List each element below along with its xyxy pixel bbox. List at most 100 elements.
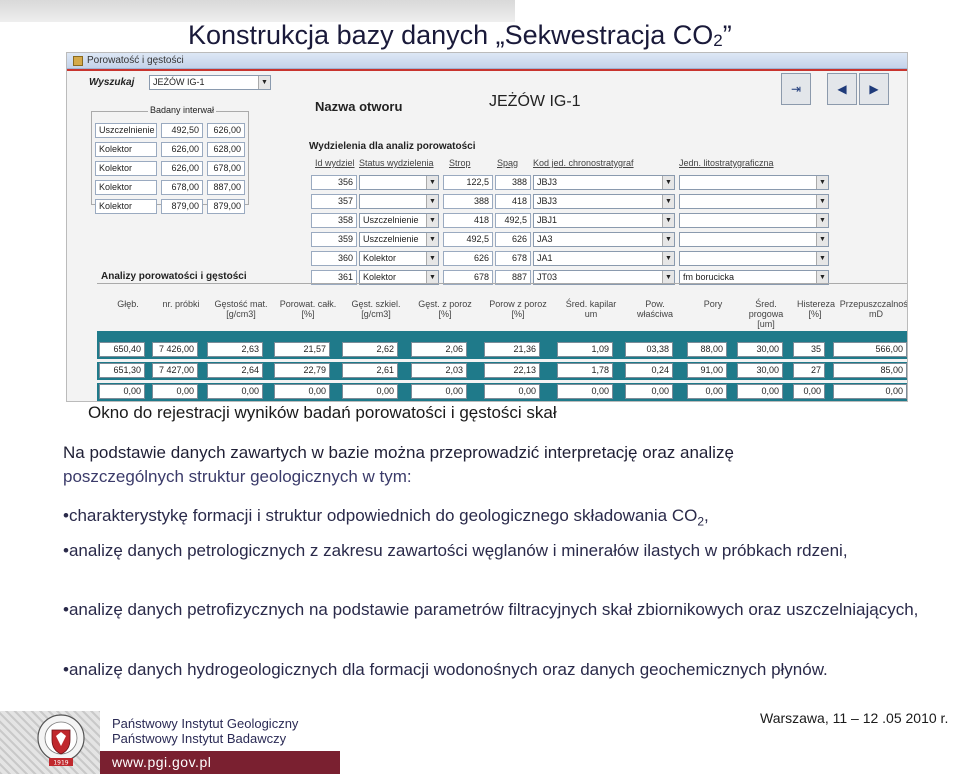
section-bottom[interactable]: 492,5 xyxy=(495,213,531,228)
chevron-down-icon[interactable]: ▼ xyxy=(662,176,674,189)
chevron-down-icon[interactable]: ▼ xyxy=(426,176,438,189)
section-bottom[interactable]: 388 xyxy=(495,175,531,190)
exit-button[interactable]: ⇥ xyxy=(781,73,811,105)
analysis-cell[interactable]: 91,00 xyxy=(687,363,727,378)
analysis-cell[interactable]: 85,00 xyxy=(833,363,907,378)
analysis-cell[interactable]: 0,00 xyxy=(484,384,540,399)
analysis-cell[interactable]: 0,00 xyxy=(737,384,783,399)
section-code-combo[interactable]: JBJ3 ▼ xyxy=(533,175,675,190)
section-id[interactable]: 360 xyxy=(311,251,357,266)
section-lith-combo[interactable]: ▼ xyxy=(679,194,829,209)
section-bottom[interactable]: 626 xyxy=(495,232,531,247)
chevron-down-icon[interactable]: ▼ xyxy=(426,252,438,265)
section-top[interactable]: 492,5 xyxy=(443,232,493,247)
analysis-cell[interactable]: 2,63 xyxy=(207,342,263,357)
chevron-down-icon[interactable]: ▼ xyxy=(426,195,438,208)
chevron-down-icon[interactable]: ▼ xyxy=(816,214,828,227)
section-id[interactable]: 358 xyxy=(311,213,357,228)
interval-from[interactable]: 492,50 xyxy=(161,123,203,138)
analysis-cell[interactable]: 0,00 xyxy=(411,384,467,399)
analysis-cell[interactable]: 0,00 xyxy=(625,384,673,399)
chevron-down-icon[interactable]: ▼ xyxy=(662,252,674,265)
chevron-down-icon[interactable]: ▼ xyxy=(426,214,438,227)
section-top[interactable]: 122,5 xyxy=(443,175,493,190)
section-id[interactable]: 356 xyxy=(311,175,357,190)
analysis-cell[interactable]: 22,13 xyxy=(484,363,540,378)
search-combo[interactable]: JEŻÓW IG-1 ▼ xyxy=(149,75,271,90)
analysis-cell[interactable]: 7 426,00 xyxy=(152,342,198,357)
chevron-down-icon[interactable]: ▼ xyxy=(426,233,438,246)
analysis-cell[interactable]: 0,24 xyxy=(625,363,673,378)
section-bottom[interactable]: 678 xyxy=(495,251,531,266)
analysis-cell[interactable]: 1,09 xyxy=(557,342,613,357)
analysis-cell[interactable]: 0,00 xyxy=(207,384,263,399)
chevron-down-icon[interactable]: ▼ xyxy=(816,195,828,208)
analysis-cell[interactable]: 651,30 xyxy=(99,363,145,378)
chevron-down-icon[interactable]: ▼ xyxy=(662,195,674,208)
interval-from[interactable]: 626,00 xyxy=(161,161,203,176)
section-lith-combo[interactable]: ▼ xyxy=(679,175,829,190)
section-code-combo[interactable]: JA3 ▼ xyxy=(533,232,675,247)
interval-status[interactable]: Uszczelnienie xyxy=(95,123,157,138)
analysis-cell[interactable]: 2,06 xyxy=(411,342,467,357)
analysis-cell[interactable]: 0,00 xyxy=(99,384,145,399)
analysis-cell[interactable]: 27 xyxy=(793,363,825,378)
website-link[interactable]: www.pgi.gov.pl xyxy=(112,754,211,770)
analysis-cell[interactable]: 566,00 xyxy=(833,342,907,357)
analysis-cell[interactable]: 35 xyxy=(793,342,825,357)
interval-to[interactable]: 887,00 xyxy=(207,180,245,195)
analysis-cell[interactable]: 2,64 xyxy=(207,363,263,378)
section-bottom[interactable]: 418 xyxy=(495,194,531,209)
section-code-combo[interactable]: JBJ3 ▼ xyxy=(533,194,675,209)
analysis-cell[interactable]: 2,61 xyxy=(342,363,398,378)
section-status-combo[interactable]: Uszczelnienie ▼ xyxy=(359,232,439,247)
analysis-cell[interactable]: 1,78 xyxy=(557,363,613,378)
analysis-cell[interactable]: 650,40 xyxy=(99,342,145,357)
chevron-down-icon[interactable]: ▼ xyxy=(662,214,674,227)
analysis-cell[interactable]: 0,00 xyxy=(342,384,398,399)
section-top[interactable]: 418 xyxy=(443,213,493,228)
analysis-cell[interactable]: 7 427,00 xyxy=(152,363,198,378)
section-id[interactable]: 357 xyxy=(311,194,357,209)
interval-status[interactable]: Kolektor xyxy=(95,161,157,176)
interval-from[interactable]: 626,00 xyxy=(161,142,203,157)
section-status-combo[interactable]: Kolektor ▼ xyxy=(359,251,439,266)
analysis-cell[interactable]: 2,62 xyxy=(342,342,398,357)
interval-to[interactable]: 879,00 xyxy=(207,199,245,214)
section-lith-combo[interactable]: ▼ xyxy=(679,251,829,266)
interval-status[interactable]: Kolektor xyxy=(95,142,157,157)
analysis-cell[interactable]: 22,79 xyxy=(274,363,330,378)
section-id[interactable]: 359 xyxy=(311,232,357,247)
interval-to[interactable]: 626,00 xyxy=(207,123,245,138)
interval-from[interactable]: 879,00 xyxy=(161,199,203,214)
section-status-combo[interactable]: Uszczelnienie ▼ xyxy=(359,213,439,228)
section-code-combo[interactable]: JBJ1 ▼ xyxy=(533,213,675,228)
chevron-down-icon[interactable]: ▼ xyxy=(816,252,828,265)
chevron-down-icon[interactable]: ▼ xyxy=(816,176,828,189)
chevron-down-icon[interactable]: ▼ xyxy=(662,233,674,246)
section-status-combo[interactable]: ▼ xyxy=(359,194,439,209)
analysis-cell[interactable]: 21,36 xyxy=(484,342,540,357)
analysis-cell[interactable]: 88,00 xyxy=(687,342,727,357)
analysis-cell[interactable]: 0,00 xyxy=(274,384,330,399)
prev-record-button[interactable]: ◀ xyxy=(827,73,857,105)
section-code-combo[interactable]: JA1 ▼ xyxy=(533,251,675,266)
section-top[interactable]: 388 xyxy=(443,194,493,209)
analysis-cell[interactable]: 0,00 xyxy=(152,384,198,399)
analysis-cell[interactable]: 30,00 xyxy=(737,342,783,357)
analysis-cell[interactable]: 30,00 xyxy=(737,363,783,378)
interval-from[interactable]: 678,00 xyxy=(161,180,203,195)
analysis-cell[interactable]: 0,00 xyxy=(687,384,727,399)
section-lith-combo[interactable]: ▼ xyxy=(679,213,829,228)
interval-status[interactable]: Kolektor xyxy=(95,180,157,195)
next-record-button[interactable]: ▶ xyxy=(859,73,889,105)
analysis-cell[interactable]: 0,00 xyxy=(833,384,907,399)
chevron-down-icon[interactable]: ▼ xyxy=(816,233,828,246)
analysis-cell[interactable]: 2,03 xyxy=(411,363,467,378)
section-top[interactable]: 626 xyxy=(443,251,493,266)
analysis-cell[interactable]: 0,00 xyxy=(557,384,613,399)
analysis-cell[interactable]: 0,00 xyxy=(793,384,825,399)
interval-to[interactable]: 628,00 xyxy=(207,142,245,157)
interval-status[interactable]: Kolektor xyxy=(95,199,157,214)
chevron-down-icon[interactable]: ▼ xyxy=(258,76,270,89)
